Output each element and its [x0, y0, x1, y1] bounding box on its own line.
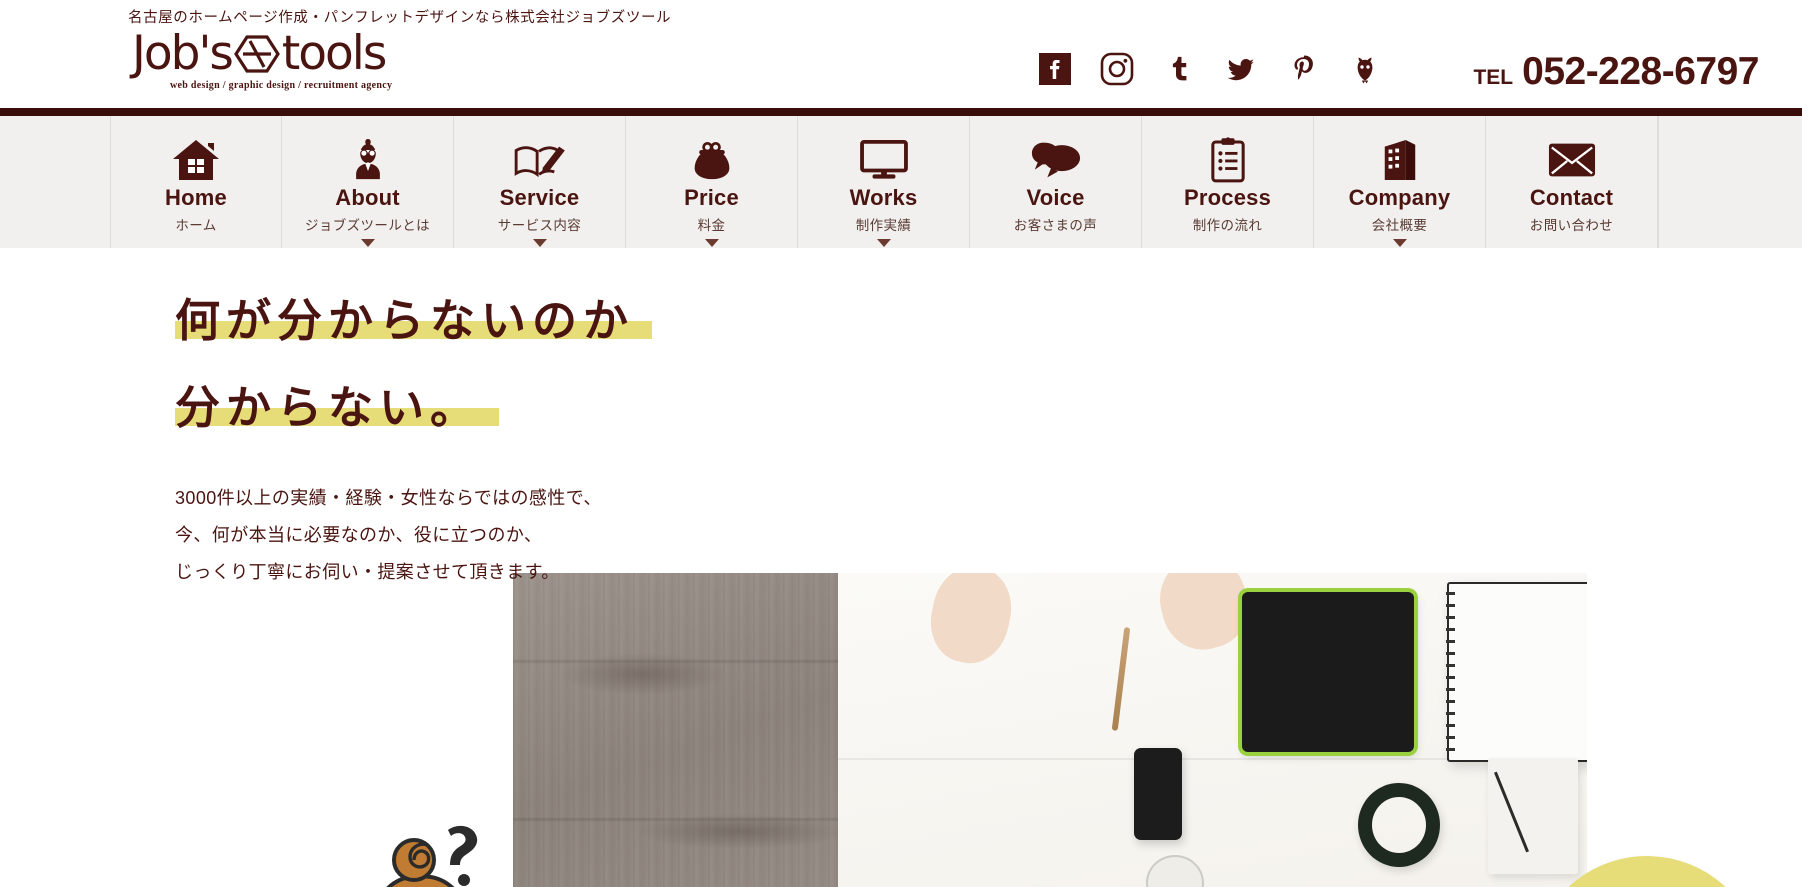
nav-item-voice[interactable]: Voice お客さまの声: [970, 116, 1142, 248]
nav-label-jp: 制作の流れ: [1192, 218, 1263, 234]
chevron-down-icon: [704, 239, 719, 248]
nav-label-jp: ジョブズツールとは: [304, 218, 431, 234]
social-links: [1038, 52, 1382, 86]
hero-body-text: 3000件以上の実績・経験・女性ならではの感性で、 今、何が本当に必要なのか、役…: [175, 480, 605, 591]
main-navigation: Home ホーム About ジョブズツールとは Service サービス内容 …: [0, 108, 1802, 248]
envelope-icon: [1548, 138, 1596, 182]
logo-text-right: tools: [281, 26, 387, 81]
tumblr-icon[interactable]: [1162, 52, 1196, 86]
hero-headline-line-2: 分からない。: [175, 385, 500, 430]
nav-item-contact[interactable]: Contact お問い合わせ: [1486, 116, 1658, 248]
nav-label-jp: お問い合わせ: [1529, 218, 1614, 234]
nav-label-en: Price: [684, 185, 739, 210]
nav-top-accent-bar: [0, 108, 1802, 116]
tel-number: 052-228-6797: [1522, 50, 1759, 93]
nav-label-jp: お客さまの声: [1013, 218, 1098, 234]
nav-label-jp: サービス内容: [497, 218, 582, 234]
hero-headline: 何が分からないのか 分からない。: [175, 298, 653, 430]
nav-label-en: Contact: [1529, 185, 1614, 210]
instagram-icon[interactable]: [1100, 52, 1134, 86]
nav-item-price[interactable]: Price 料金: [626, 116, 798, 248]
building-icon: [1380, 138, 1420, 182]
house-icon: [170, 138, 222, 182]
page-root: 名古屋のホームページ作成・パンフレットデザインなら株式会社ジョブズツール Job…: [0, 0, 1802, 887]
twitter-icon[interactable]: [1224, 52, 1258, 86]
logo-hexagon-icon: [233, 34, 280, 74]
person-icon: [347, 138, 389, 182]
nav-label-jp: 制作実績: [855, 218, 912, 234]
site-tagline: 名古屋のホームページ作成・パンフレットデザインなら株式会社ジョブズツール: [128, 10, 672, 26]
book-pen-icon: [513, 138, 567, 182]
logo-text-left: Job's: [132, 26, 234, 81]
nav-spacer: [1658, 116, 1802, 248]
nav-label-en: Service: [499, 185, 580, 210]
hero-body-line-2: 今、何が本当に必要なのか、役に立つのか、: [175, 524, 543, 545]
hero-body-line-1: 3000件以上の実績・経験・女性ならではの感性で、: [175, 488, 602, 508]
tel-label: TEL: [1473, 66, 1514, 89]
speech-icon: [1030, 138, 1082, 182]
hero-headline-line-1: 何が分からないのか: [175, 298, 653, 343]
logo-subtitle: web design / graphic design / recruitmen…: [170, 80, 393, 91]
chevron-down-icon: [876, 239, 891, 248]
nav-label-en: Company: [1348, 185, 1451, 210]
nav-label-jp: ホーム: [175, 218, 217, 234]
hero-photo: [513, 573, 1587, 887]
nav-label-jp: 料金: [697, 218, 726, 234]
puzzled-businesswoman-illustration: [300, 818, 540, 887]
ameba-owl-icon[interactable]: [1348, 52, 1382, 86]
nav-label-en: About: [335, 185, 400, 210]
nav-label-en: Process: [1183, 185, 1271, 210]
nav-items-container: Home ホーム About ジョブズツールとは Service サービス内容 …: [110, 116, 1802, 248]
headline-text: 何が分からないのか: [175, 294, 635, 347]
nav-label-en: Works: [849, 185, 918, 210]
facebook-icon[interactable]: [1038, 52, 1072, 86]
site-header: 名古屋のホームページ作成・パンフレットデザインなら株式会社ジョブズツール Job…: [0, 0, 1802, 108]
hero-section: 何が分からないのか 分からない。 3000件以上の実績・経験・女性ならではの感性…: [0, 248, 1802, 887]
nav-label-en: Voice: [1026, 185, 1085, 210]
nav-item-about[interactable]: About ジョブズツールとは: [282, 116, 454, 248]
nav-item-service[interactable]: Service サービス内容: [454, 116, 626, 248]
chevron-down-icon: [1392, 239, 1407, 248]
purse-icon: [691, 138, 733, 182]
clipboard-icon: [1210, 137, 1246, 183]
chevron-down-icon: [360, 239, 375, 248]
pinterest-icon[interactable]: [1286, 52, 1320, 86]
hero-body-line-3: じっくり丁寧にお伺い・提案させて頂きます。: [175, 561, 560, 582]
hero-photo-wood-floor: [513, 573, 838, 887]
site-logo[interactable]: Job's tools web design / graphic design …: [132, 30, 392, 91]
nav-item-process[interactable]: Process 制作の流れ: [1142, 116, 1314, 248]
chevron-down-icon: [532, 239, 547, 248]
hero-text-block: 何が分からないのか 分からない。 3000件以上の実績・経験・女性ならではの感性…: [175, 248, 653, 591]
nav-label-jp: 会社概要: [1371, 218, 1428, 234]
headline-text: 分からない。: [175, 381, 482, 434]
header-phone[interactable]: TEL 052-228-6797: [1473, 52, 1759, 91]
hero-photo-table: [838, 573, 1587, 887]
nav-label-en: Home: [165, 185, 227, 210]
nav-item-company[interactable]: Company 会社概要: [1314, 116, 1486, 248]
nav-item-works[interactable]: Works 制作実績: [798, 116, 970, 248]
monitor-icon: [859, 138, 909, 182]
nav-item-home[interactable]: Home ホーム: [110, 116, 282, 248]
